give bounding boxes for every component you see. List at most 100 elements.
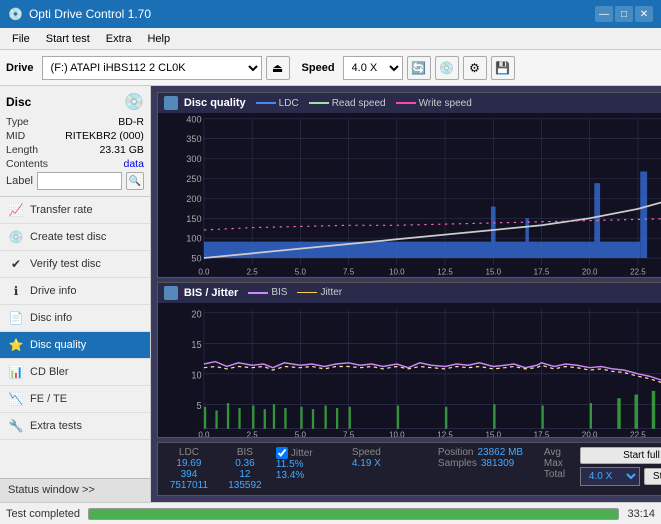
svg-text:15.0: 15.0	[485, 429, 501, 437]
total-row-label: Total	[544, 469, 574, 480]
settings-button[interactable]: ⚙	[463, 56, 487, 80]
svg-text:20.0: 20.0	[582, 429, 598, 437]
menu-start-test[interactable]: Start test	[38, 31, 98, 47]
burn-button[interactable]: 💿	[435, 56, 459, 80]
sidebar-item-extra-tests[interactable]: 🔧 Extra tests	[0, 413, 150, 440]
menu-bar: File Start test Extra Help	[0, 28, 661, 50]
status-text: Test completed	[6, 508, 80, 520]
svg-text:5: 5	[196, 401, 201, 412]
jitter-checkbox[interactable]	[276, 447, 288, 459]
read-speed-legend-label: Read speed	[332, 98, 386, 109]
disc-quality-icon: ⭐	[8, 337, 24, 353]
eject-button[interactable]: ⏏	[266, 56, 290, 80]
bis-jitter-svg: 20 15 10 5 20% 16% 12% 8% 4%	[158, 303, 661, 437]
disc-section-icon: 💿	[124, 92, 144, 112]
svg-text:22.5: 22.5	[630, 267, 646, 276]
position-label: Position	[438, 447, 474, 458]
toolbar: Drive (F:) ATAPI iHBS112 2 CL0K ⏏ Speed …	[0, 50, 661, 86]
ldc-legend-label: LDC	[279, 98, 299, 109]
svg-text:10.0: 10.0	[389, 267, 405, 276]
jitter-avg-val: 11.5%	[276, 459, 346, 470]
position-val: 23862 MB	[478, 447, 524, 458]
progress-bar-container	[88, 508, 619, 520]
app-icon: 💿	[8, 7, 23, 21]
svg-text:5.0: 5.0	[295, 267, 307, 276]
disc-label-label: Label	[6, 175, 33, 187]
status-window-button[interactable]: Status window >>	[0, 478, 150, 502]
sidebar-item-fe-te-label: FE / TE	[30, 393, 67, 405]
sidebar-item-create-test-disc-label: Create test disc	[30, 231, 106, 243]
menu-extra[interactable]: Extra	[98, 31, 140, 47]
bis-jitter-chart-icon	[164, 286, 178, 300]
svg-text:2.5: 2.5	[246, 267, 258, 276]
svg-text:150: 150	[186, 214, 201, 224]
ldc-max-val: 394	[181, 469, 198, 480]
sidebar-item-verify-test-disc[interactable]: ✔ Verify test disc	[0, 251, 150, 278]
bis-jitter-chart-title: BIS / Jitter	[184, 287, 238, 299]
sidebar-item-fe-te[interactable]: 📉 FE / TE	[0, 386, 150, 413]
speed-label: Speed	[302, 62, 335, 74]
sidebar-item-cd-bler-label: CD Bler	[30, 366, 69, 378]
svg-text:400: 400	[186, 114, 201, 124]
create-test-disc-icon: 💿	[8, 229, 24, 245]
svg-text:5.0: 5.0	[295, 429, 307, 437]
sidebar-item-transfer-rate-label: Transfer rate	[30, 204, 93, 216]
mid-label: MID	[6, 130, 25, 142]
disc-quality-chart-panel: Disc quality LDC Read speed Write speed	[157, 92, 661, 278]
speed-val: 4.19 X	[352, 458, 432, 469]
sidebar-item-disc-info[interactable]: 📄 Disc info	[0, 305, 150, 332]
refresh-button[interactable]: 🔄	[407, 56, 431, 80]
stats-panel: LDC 19.69 394 7517011 BIS 0.36 12 135592	[157, 442, 661, 496]
cd-bler-icon: 📊	[8, 364, 24, 380]
sidebar-item-transfer-rate[interactable]: 📈 Transfer rate	[0, 197, 150, 224]
sidebar-item-disc-quality[interactable]: ⭐ Disc quality	[0, 332, 150, 359]
bis-total-val: 135592	[228, 480, 261, 491]
drive-select[interactable]: (F:) ATAPI iHBS112 2 CL0K	[42, 56, 262, 80]
sidebar-item-extra-tests-label: Extra tests	[30, 420, 82, 432]
app-title: Opti Drive Control 1.70	[29, 7, 151, 21]
svg-text:350: 350	[186, 134, 201, 144]
menu-help[interactable]: Help	[139, 31, 178, 47]
avg-row-label: Avg	[544, 447, 574, 458]
disc-label-input[interactable]	[37, 172, 122, 190]
menu-file[interactable]: File	[4, 31, 38, 47]
sidebar-item-disc-quality-label: Disc quality	[30, 339, 86, 351]
bis-legend-label: BIS	[271, 287, 287, 298]
length-value: 23.31 GB	[100, 144, 144, 156]
disc-quality-chart-icon	[164, 96, 178, 110]
disc-quality-chart-title: Disc quality	[184, 97, 246, 109]
close-button[interactable]: ✕	[635, 6, 653, 22]
sidebar: Disc 💿 Type BD-R MID RITEKBR2 (000) Leng…	[0, 86, 151, 502]
disc-section-title: Disc	[6, 95, 31, 109]
extra-tests-icon: 🔧	[8, 418, 24, 434]
transfer-rate-icon: 📈	[8, 202, 24, 218]
sidebar-item-verify-test-disc-label: Verify test disc	[30, 258, 101, 270]
start-full-button[interactable]: Start full	[580, 447, 661, 464]
jitter-legend-label: Jitter	[320, 287, 342, 298]
jitter-col-header: Jitter	[291, 448, 313, 459]
samples-label: Samples	[438, 458, 477, 469]
mid-value: RITEKBR2 (000)	[65, 130, 144, 142]
jitter-max-val: 13.4%	[276, 470, 346, 481]
sidebar-item-drive-info[interactable]: ℹ Drive info	[0, 278, 150, 305]
speed-select[interactable]: 4.0 X	[343, 56, 403, 80]
svg-text:20: 20	[191, 309, 201, 320]
verify-test-disc-icon: ✔	[8, 256, 24, 272]
sidebar-item-cd-bler[interactable]: 📊 CD Bler	[0, 359, 150, 386]
sidebar-item-drive-info-label: Drive info	[30, 285, 76, 297]
ldc-col-header: LDC	[179, 447, 199, 458]
svg-text:0.0: 0.0	[198, 429, 210, 437]
sidebar-item-create-test-disc[interactable]: 💿 Create test disc	[0, 224, 150, 251]
start-part-button[interactable]: Start part	[644, 468, 661, 485]
disc-label-button[interactable]: 🔍	[126, 172, 144, 190]
drive-info-icon: ℹ	[8, 283, 24, 299]
disc-quality-svg: 400 350 300 250 200 150 100 50 18 16 14	[158, 113, 661, 277]
save-button[interactable]: 💾	[491, 56, 515, 80]
content-area: Disc quality LDC Read speed Write speed	[151, 86, 661, 502]
maximize-button[interactable]: □	[615, 6, 633, 22]
svg-text:12.5: 12.5	[437, 267, 453, 276]
bis-max-val: 12	[239, 469, 250, 480]
minimize-button[interactable]: —	[595, 6, 613, 22]
speed-combo-select[interactable]: 4.0 X	[580, 467, 640, 486]
svg-text:10: 10	[191, 370, 201, 381]
